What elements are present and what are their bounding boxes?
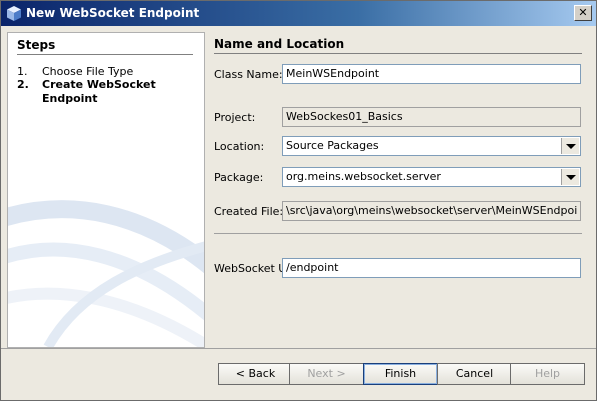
step-number: 1. xyxy=(17,65,28,78)
close-icon: ✕ xyxy=(578,6,588,19)
decorative-swirl-graphic xyxy=(8,200,204,347)
created-file-field: \src\java\org\meins\websocket\server\Mei… xyxy=(282,201,581,221)
netbeans-cube-icon xyxy=(7,6,21,21)
next-button[interactable]: Next > xyxy=(289,363,364,385)
class-name-field[interactable] xyxy=(282,64,581,84)
dialog-window: New WebSocket Endpoint ✕ Steps 1. Choose… xyxy=(0,0,597,401)
created-file-value: \src\java\org\meins\websocket\server\Mei… xyxy=(286,204,578,217)
websocket-uri-field[interactable] xyxy=(282,258,581,278)
divider xyxy=(214,233,582,234)
location-value: Source Packages xyxy=(286,139,379,152)
button-bar-divider xyxy=(1,348,596,349)
websocket-uri-input[interactable] xyxy=(286,261,566,274)
title-bar[interactable]: New WebSocket Endpoint ✕ xyxy=(1,1,596,26)
package-label: Package: xyxy=(214,171,264,184)
window-title: New WebSocket Endpoint xyxy=(26,6,200,20)
class-name-input[interactable] xyxy=(286,67,566,80)
help-button[interactable]: Help xyxy=(510,363,585,385)
location-label: Location: xyxy=(214,140,265,153)
class-name-label: Class Name: xyxy=(214,68,283,81)
package-dropdown-button[interactable] xyxy=(561,169,579,185)
project-field: WebSockes01_Basics xyxy=(282,107,581,127)
cancel-button[interactable]: Cancel xyxy=(437,363,512,385)
step-number: 2. xyxy=(17,78,29,91)
section-heading: Name and Location xyxy=(214,37,582,54)
package-combobox[interactable] xyxy=(282,167,581,187)
finish-button[interactable]: Finish xyxy=(363,363,438,385)
project-value: WebSockes01_Basics xyxy=(286,110,403,123)
location-dropdown[interactable]: Source Packages xyxy=(282,136,581,156)
close-button[interactable]: ✕ xyxy=(574,5,592,21)
steps-panel: Steps 1. Choose File Type 2. Create WebS… xyxy=(7,32,205,348)
package-input[interactable] xyxy=(286,170,566,183)
created-file-label: Created File: xyxy=(214,205,284,218)
location-dropdown-button[interactable] xyxy=(561,138,579,154)
project-label: Project: xyxy=(214,111,256,124)
back-button[interactable]: < Back xyxy=(218,363,293,385)
chevron-down-icon xyxy=(566,175,576,180)
chevron-down-icon xyxy=(566,144,576,149)
steps-heading: Steps xyxy=(17,38,193,55)
step-label: Choose File Type xyxy=(42,65,134,78)
step-label: Create WebSocket Endpoint xyxy=(42,78,156,105)
